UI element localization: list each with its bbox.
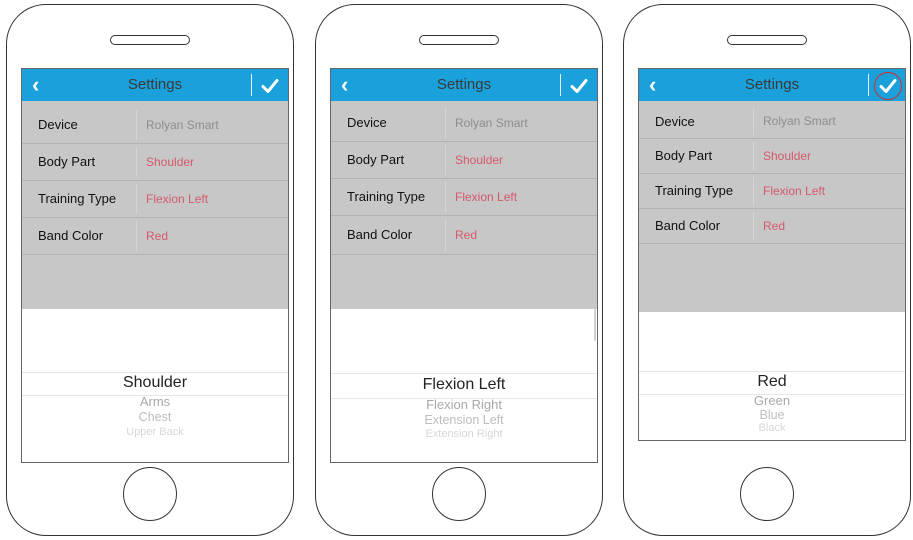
scroll-indicator[interactable] — [594, 309, 596, 341]
setting-value: Shoulder — [146, 155, 195, 169]
setting-label: Training Type — [38, 191, 117, 206]
checkmark-icon — [261, 79, 279, 93]
row-divider — [445, 219, 446, 251]
home-button[interactable] — [123, 467, 177, 521]
row-divider — [753, 177, 754, 205]
setting-row-device[interactable]: Device Rolyan Smart — [22, 107, 288, 144]
picker-option[interactable]: Upper Back — [22, 426, 288, 439]
setting-label: Body Part — [38, 154, 96, 169]
navbar: ‹ Settings — [639, 69, 905, 101]
picker-option[interactable]: Extension Right — [331, 428, 597, 441]
navbar-divider — [868, 74, 869, 96]
navbar: ‹ Settings — [331, 69, 597, 101]
setting-row-band-color[interactable]: Band Color Red — [331, 216, 597, 255]
picker-wheel[interactable]: Red Green Blue Black — [639, 312, 905, 440]
setting-label: Band Color — [38, 228, 104, 243]
home-button[interactable] — [740, 467, 794, 521]
picker-option[interactable]: Green — [639, 393, 905, 408]
setting-label: Body Part — [655, 148, 713, 163]
confirm-button[interactable] — [258, 74, 282, 98]
picker-wheel[interactable]: Shoulder Arms Chest Upper Back — [22, 309, 288, 462]
setting-label: Training Type — [347, 189, 426, 204]
speaker-slot — [419, 35, 499, 45]
phone-screen: ‹ Settings Device Rolyan Smart Body Part… — [21, 68, 289, 463]
picker-option[interactable]: Extension Left — [331, 413, 597, 428]
picker-option[interactable]: Arms — [22, 394, 288, 410]
setting-label: Band Color — [347, 227, 413, 242]
row-divider — [753, 142, 754, 170]
setting-value: Shoulder — [455, 153, 504, 167]
speaker-slot — [110, 35, 190, 45]
setting-row-training-type[interactable]: Training Type Flexion Left — [331, 179, 597, 216]
row-divider — [445, 182, 446, 212]
setting-row-band-color[interactable]: Band Color Red — [639, 209, 905, 244]
picker-selected-option[interactable]: Shoulder — [22, 373, 288, 393]
setting-row-training-type[interactable]: Training Type Flexion Left — [639, 174, 905, 209]
setting-label: Band Color — [655, 218, 721, 233]
setting-label: Training Type — [655, 183, 734, 198]
page-title: Settings — [127, 76, 183, 93]
picker-wheel[interactable]: Flexion Left Flexion Right Extension Lef… — [331, 309, 597, 462]
phone-screen: ‹ Settings Device Rolyan Smart Body Part… — [638, 68, 906, 441]
navbar: ‹ Settings — [22, 69, 288, 101]
checkmark-icon — [570, 79, 588, 93]
phone-frame: ‹ Settings Device Rolyan Smart Body Part… — [6, 4, 294, 536]
picker-option[interactable]: Black — [639, 422, 905, 435]
row-divider — [136, 184, 137, 214]
row-divider — [445, 108, 446, 138]
home-button[interactable] — [432, 467, 486, 521]
checkmark-icon — [879, 79, 897, 93]
setting-value: Flexion Left — [455, 190, 518, 204]
setting-row-device[interactable]: Device Rolyan Smart — [331, 105, 597, 142]
setting-row-training-type[interactable]: Training Type Flexion Left — [22, 181, 288, 218]
setting-value: Flexion Left — [146, 192, 209, 206]
row-divider — [136, 147, 137, 177]
setting-value: Rolyan Smart — [146, 118, 219, 132]
setting-value: Rolyan Smart — [763, 114, 836, 128]
setting-value: Flexion Left — [763, 184, 826, 198]
setting-value: Red — [146, 229, 169, 243]
picker-option[interactable]: Chest — [22, 410, 288, 425]
picker-selected-option[interactable]: Red — [639, 373, 905, 391]
setting-value: Red — [455, 228, 478, 242]
confirm-button[interactable] — [567, 74, 591, 98]
phone-frame: ‹ Settings Device Rolyan Smart Body Part… — [623, 4, 911, 536]
setting-label: Body Part — [347, 152, 405, 167]
setting-value: Red — [763, 219, 786, 233]
row-divider — [136, 110, 137, 140]
setting-row-body-part[interactable]: Body Part Shoulder — [331, 142, 597, 179]
page-title: Settings — [436, 76, 492, 93]
row-divider — [753, 108, 754, 135]
setting-value: Shoulder — [763, 149, 812, 163]
confirm-button[interactable] — [874, 72, 902, 100]
phone-frame: ‹ Settings Device Rolyan Smart Body Part… — [315, 4, 603, 536]
setting-row-band-color[interactable]: Band Color Red — [22, 218, 288, 255]
navbar-divider — [560, 74, 561, 96]
setting-row-body-part[interactable]: Body Part Shoulder — [22, 144, 288, 181]
navbar-divider — [251, 74, 252, 96]
setting-label: Device — [347, 115, 387, 130]
setting-row-body-part[interactable]: Body Part Shoulder — [639, 139, 905, 174]
setting-value: Rolyan Smart — [455, 116, 528, 130]
setting-label: Device — [655, 114, 695, 129]
setting-row-device[interactable]: Device Rolyan Smart — [639, 105, 905, 139]
row-divider — [753, 212, 754, 240]
setting-label: Device — [38, 117, 78, 132]
speaker-slot — [727, 35, 807, 45]
picker-option[interactable]: Blue — [639, 408, 905, 422]
row-divider — [136, 221, 137, 251]
page-title: Settings — [744, 76, 800, 93]
row-divider — [445, 145, 446, 175]
phone-screen: ‹ Settings Device Rolyan Smart Body Part… — [330, 68, 598, 463]
picker-option[interactable]: Flexion Right — [331, 396, 597, 413]
picker-selected-option[interactable]: Flexion Left — [331, 375, 597, 395]
